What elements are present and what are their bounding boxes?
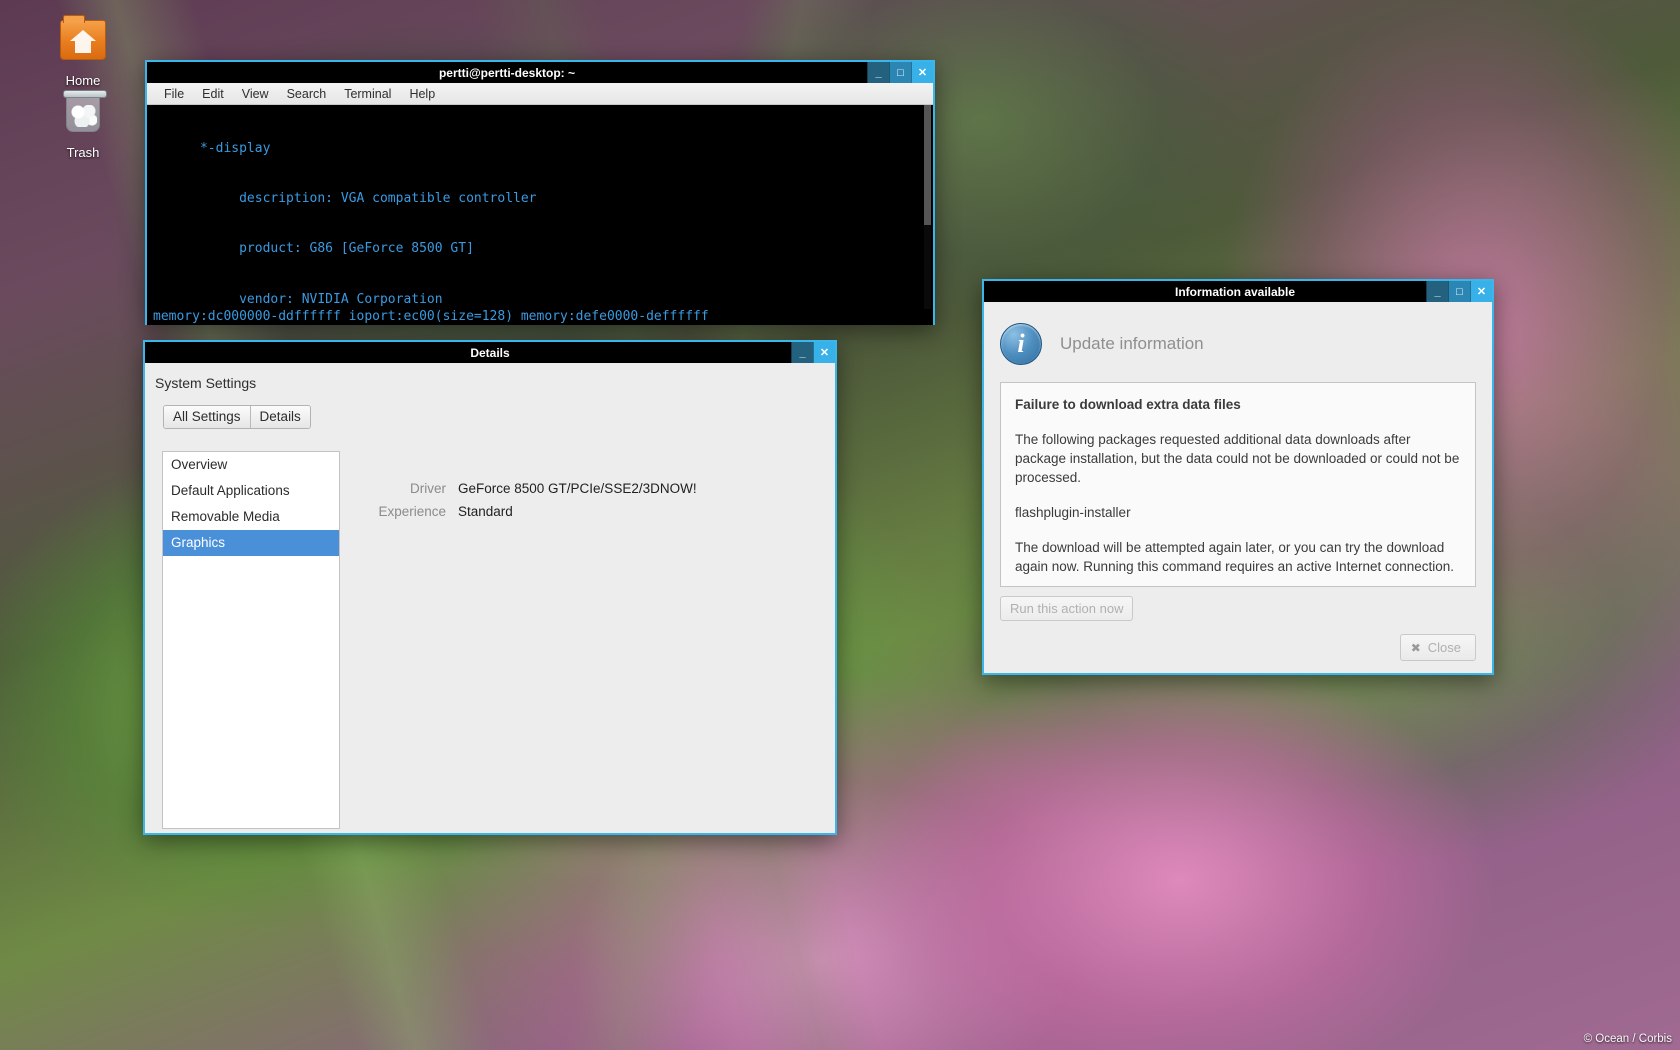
update-dialog-window-buttons: _ □ ✕ xyxy=(1426,281,1492,302)
category-item-default-applications[interactable]: Default Applications xyxy=(163,478,339,504)
tab-details[interactable]: Details xyxy=(250,406,310,428)
terminal-overflow-line: memory:dc000000-ddffffff ioport:ec00(siz… xyxy=(145,309,935,325)
terminal-title: pertti@pertti-desktop: ~ xyxy=(147,66,867,80)
close-button-label: Close xyxy=(1428,640,1461,655)
home-folder-icon xyxy=(38,18,128,70)
desktop-icon-trash[interactable]: Trash xyxy=(38,90,128,160)
close-icon[interactable]: ✕ xyxy=(813,342,835,363)
terminal-line: *-display xyxy=(153,141,933,158)
category-list: Overview Default Applications Removable … xyxy=(162,451,340,829)
close-button[interactable]: ✖ Close xyxy=(1400,634,1476,661)
details-window: Details _ ✕ System Settings All Settings… xyxy=(143,340,837,835)
terminal-scrollbar[interactable] xyxy=(924,105,931,323)
system-settings-label: System Settings xyxy=(145,373,835,391)
minimize-icon[interactable]: _ xyxy=(867,62,889,83)
close-x-icon: ✖ xyxy=(1411,641,1421,655)
category-item-overview[interactable]: Overview xyxy=(163,452,339,478)
info-key: Driver xyxy=(370,481,458,496)
menu-view[interactable]: View xyxy=(233,83,278,105)
desktop-icon-home[interactable]: Home xyxy=(38,18,128,88)
message-package-name: flashplugin-installer xyxy=(1015,503,1461,522)
menu-help[interactable]: Help xyxy=(400,83,444,105)
trash-bin-icon xyxy=(38,90,128,142)
terminal-titlebar[interactable]: pertti@pertti-desktop: ~ _ □ ✕ xyxy=(147,62,933,83)
update-dialog-titlebar[interactable]: Information available _ □ ✕ xyxy=(984,281,1492,302)
details-body: System Settings All Settings Details Ove… xyxy=(145,363,835,833)
category-item-removable-media[interactable]: Removable Media xyxy=(163,504,339,530)
details-main: Overview Default Applications Removable … xyxy=(145,429,835,829)
terminal-menubar: File Edit View Search Terminal Help xyxy=(147,83,933,105)
message-heading: Failure to download extra data files xyxy=(1015,397,1241,412)
menu-edit[interactable]: Edit xyxy=(193,83,233,105)
update-dialog-footer: ✖ Close xyxy=(1000,624,1476,673)
settings-tabbar: All Settings Details xyxy=(163,405,311,429)
desktop-icon-label: Trash xyxy=(67,145,100,160)
menu-terminal[interactable]: Terminal xyxy=(335,83,400,105)
tab-all-settings[interactable]: All Settings xyxy=(164,406,250,428)
details-window-buttons: _ ✕ xyxy=(791,342,835,363)
menu-search[interactable]: Search xyxy=(278,83,336,105)
details-titlebar[interactable]: Details _ ✕ xyxy=(145,342,835,363)
maximize-icon[interactable]: □ xyxy=(889,62,911,83)
terminal-line: description: VGA compatible controller xyxy=(153,191,933,208)
message-paragraph-3: The download will be attempted again lat… xyxy=(1015,538,1461,576)
info-icon: i xyxy=(1000,323,1042,365)
graphics-info-pane: Driver GeForce 8500 GT/PCIe/SSE2/3DNOW! … xyxy=(340,451,835,829)
update-dialog-title: Information available xyxy=(984,285,1426,299)
info-value: Standard xyxy=(458,504,513,519)
terminal-line: product: G86 [GeForce 8500 GT] xyxy=(153,241,933,258)
menu-file[interactable]: File xyxy=(155,83,193,105)
update-dialog-body: i Update information Failure to download… xyxy=(984,302,1492,673)
info-row-experience: Experience Standard xyxy=(370,504,835,519)
terminal-window-buttons: _ □ ✕ xyxy=(867,62,933,83)
info-value: GeForce 8500 GT/PCIe/SSE2/3DNOW! xyxy=(458,481,697,496)
details-title: Details xyxy=(145,346,791,360)
terminal-window: pertti@pertti-desktop: ~ _ □ ✕ File Edit… xyxy=(145,60,935,325)
minimize-icon[interactable]: _ xyxy=(1426,281,1448,302)
category-item-graphics[interactable]: Graphics xyxy=(163,530,339,556)
minimize-icon[interactable]: _ xyxy=(791,342,813,363)
scrollbar-thumb[interactable] xyxy=(924,105,931,225)
update-information-dialog: Information available _ □ ✕ i Update inf… xyxy=(982,279,1494,675)
close-icon[interactable]: ✕ xyxy=(1470,281,1492,302)
run-this-action-now-button[interactable]: Run this action now xyxy=(1000,596,1133,621)
info-row-driver: Driver GeForce 8500 GT/PCIe/SSE2/3DNOW! xyxy=(370,481,835,496)
close-icon[interactable]: ✕ xyxy=(911,62,933,83)
terminal-line: vendor: NVIDIA Corporation xyxy=(153,292,933,309)
wallpaper-credit: © Ocean / Corbis xyxy=(1584,1033,1672,1045)
terminal-output[interactable]: *-display description: VGA compatible co… xyxy=(147,105,933,323)
desktop-icon-label: Home xyxy=(66,73,101,88)
message-paragraph-1: The following packages requested additio… xyxy=(1015,430,1461,487)
maximize-icon[interactable]: □ xyxy=(1448,281,1470,302)
update-dialog-subtitle: Update information xyxy=(1060,334,1204,354)
update-dialog-message: Failure to download extra data files The… xyxy=(1000,382,1476,587)
info-key: Experience xyxy=(370,504,458,519)
update-dialog-header: i Update information xyxy=(1000,316,1476,372)
